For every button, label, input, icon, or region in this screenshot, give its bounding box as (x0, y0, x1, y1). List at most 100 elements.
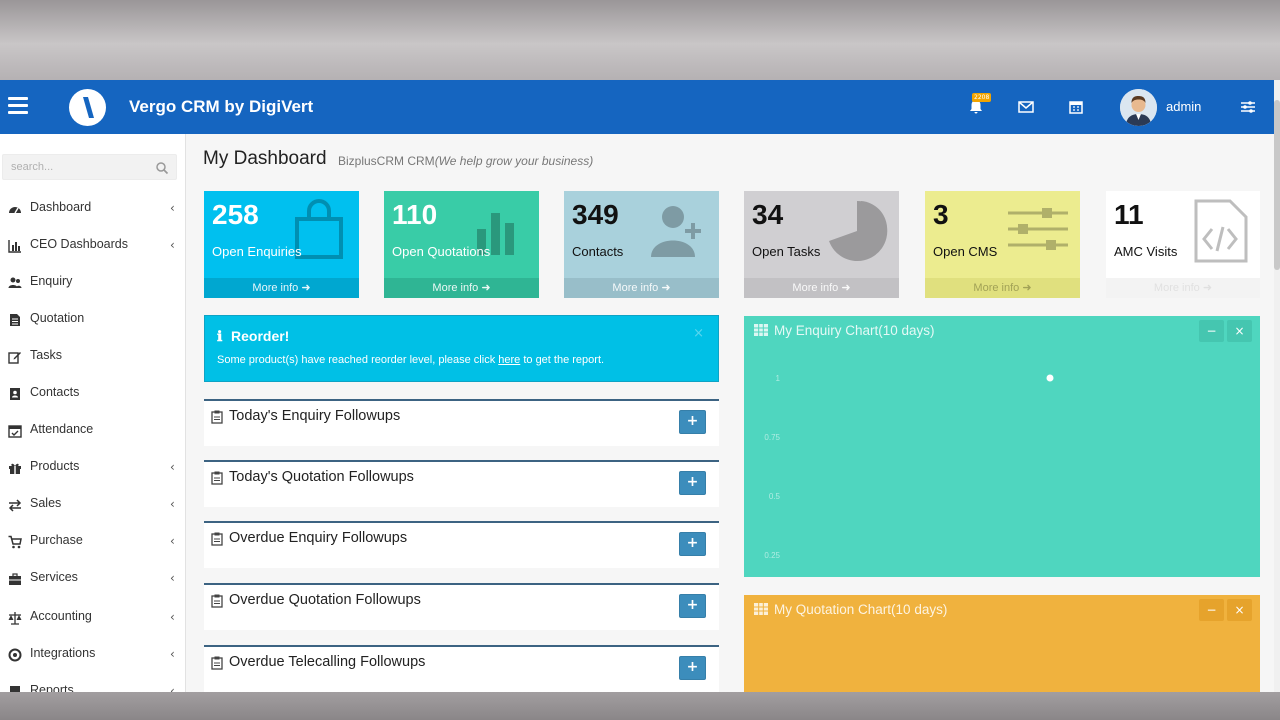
expand-button[interactable]: + (679, 471, 706, 495)
y-tick-label: 0.5 (769, 492, 781, 501)
sidebar-item-dashboard[interactable]: Dashboard ‹ (0, 193, 186, 223)
app-title[interactable]: Vergo CRM by DigiVert (129, 97, 313, 117)
tile-more-info-link[interactable]: More info ➜ (384, 278, 539, 298)
tile-open-tasks[interactable]: 34 Open Tasks More info ➜ (744, 191, 899, 298)
tile-value: 258 (212, 199, 259, 230)
hamburger-menu-icon[interactable] (8, 97, 28, 115)
panel-title: Overdue Quotation Followups (229, 592, 421, 608)
expand-button[interactable]: + (679, 656, 706, 680)
sidebar-item-services[interactable]: Services ‹ (0, 563, 186, 593)
sidebar-item-tasks[interactable]: Tasks (0, 341, 186, 371)
panel-overdue-enquiry-followups: Overdue Enquiry Followups + (204, 521, 719, 568)
app-window: Vergo CRM by DigiVert 2208 admin search.… (0, 80, 1280, 692)
expand-button[interactable]: + (679, 594, 706, 618)
top-navbar: Vergo CRM by DigiVert 2208 admin (0, 80, 1280, 134)
user-plus-icon (651, 206, 701, 257)
sidebar-item-sales[interactable]: Sales ‹ (0, 489, 186, 519)
life-ring-icon (8, 647, 22, 662)
user-avatar[interactable] (1120, 89, 1157, 126)
chevron-left-icon: ‹ (170, 238, 175, 252)
panel-todays-enquiry-followups: Today's Enquiry Followups + (204, 399, 719, 446)
page-title: My Dashboard (203, 148, 327, 169)
sidebar-item-label: Contacts (30, 385, 80, 399)
minimize-button[interactable]: − (1199, 599, 1224, 621)
sidebar-item-label: Integrations (30, 646, 96, 660)
sidebar-item-contacts[interactable]: Contacts (0, 378, 186, 408)
search-input[interactable] (11, 159, 151, 175)
panel-title: Today's Enquiry Followups (229, 408, 401, 424)
sidebar-item-label: Purchase (30, 533, 83, 547)
tile-more-info-link[interactable]: More info ➜ (744, 278, 899, 298)
sidebar-item-label: Sales (30, 496, 62, 510)
user-name[interactable]: admin (1166, 99, 1201, 114)
expand-button[interactable]: + (679, 532, 706, 556)
sidebar-item-attendance[interactable]: Attendance (0, 415, 186, 445)
tile-value: 349 (572, 199, 619, 230)
sidebar-item-integrations[interactable]: Integrations ‹ (0, 639, 186, 669)
briefcase-icon (8, 571, 22, 585)
clipboard-icon (211, 655, 223, 670)
page-scrollbar[interactable] (1274, 80, 1280, 692)
sidebar-item-label: Quotation (30, 311, 85, 325)
search-icon[interactable] (155, 160, 169, 179)
users-icon (8, 275, 22, 289)
chevron-left-icon: ‹ (170, 460, 175, 474)
quotation-chart-box: My Quotation Chart(10 days) − × (744, 595, 1260, 692)
settings-sliders-icon[interactable] (1238, 97, 1258, 117)
tile-open-quotations[interactable]: 110 Open Quotations More info ➜ (384, 191, 539, 298)
chevron-left-icon: ‹ (170, 497, 175, 511)
tile-more-info-link[interactable]: More info ➜ (925, 278, 1080, 298)
sidebar-item-quotation[interactable]: Quotation (0, 304, 186, 334)
chevron-left-icon: ‹ (170, 571, 175, 585)
data-point[interactable] (1046, 374, 1054, 382)
tile-label: Open Enquiries (212, 244, 302, 259)
panel-title: Today's Quotation Followups (229, 469, 414, 485)
tile-contacts[interactable]: 349 Contacts More info ➜ (564, 191, 719, 298)
tile-value: 110 (392, 199, 438, 230)
sidebar-item-label: Products (30, 459, 80, 473)
reorder-report-link[interactable]: here (498, 354, 520, 366)
bar-chart-icon (8, 238, 22, 253)
tile-more-info-link[interactable]: More info ➜ (204, 278, 359, 298)
dashboard-icon (8, 201, 22, 215)
sidebar-item-enquiry[interactable]: Enquiry (0, 267, 186, 297)
calendar-icon[interactable] (1066, 97, 1086, 117)
address-book-icon (8, 386, 22, 400)
close-icon[interactable]: × (693, 326, 704, 341)
file-code-icon (1194, 199, 1248, 263)
page-subtitle: BizplusCRM CRM(We help grow your busines… (338, 154, 593, 168)
tile-more-info-link[interactable]: More info ➜ (1106, 278, 1260, 298)
panel-overdue-quotation-followups: Overdue Quotation Followups + (204, 583, 719, 630)
app-logo[interactable] (69, 89, 106, 126)
sidebar-item-accounting[interactable]: Accounting ‹ (0, 602, 186, 632)
subtitle-tagline: (We help grow your business) (434, 154, 594, 168)
expand-button[interactable]: + (679, 410, 706, 434)
tile-more-info-link[interactable]: More info ➜ (564, 278, 719, 298)
tile-value: 34 (752, 199, 784, 230)
sidebar-item-ceo-dashboards[interactable]: CEO Dashboards ‹ (0, 230, 186, 260)
tile-label: Open CMS (933, 244, 998, 259)
clipboard-icon (211, 531, 223, 546)
sidebar-item-reports[interactable]: Reports ‹ (0, 676, 186, 692)
info-icon: ℹ (217, 328, 223, 344)
panel-title: Overdue Enquiry Followups (229, 530, 408, 546)
sidebar-item-purchase[interactable]: Purchase ‹ (0, 526, 186, 556)
tile-label: Open Tasks (752, 244, 821, 259)
tile-open-enquiries[interactable]: 258 Open Enquiries More info ➜ (204, 191, 359, 298)
sidebar-item-products[interactable]: Products ‹ (0, 452, 186, 482)
panel-title: Overdue Telecalling Followups (229, 654, 426, 670)
close-button[interactable]: × (1227, 599, 1252, 621)
scrollbar-thumb[interactable] (1274, 100, 1280, 270)
y-tick-label: 0.25 (764, 551, 780, 560)
clipboard-icon (211, 409, 223, 424)
chart-title: My Quotation Chart(10 days) (774, 602, 948, 617)
tile-value: 11 (1114, 199, 1144, 230)
tile-label: Open Quotations (392, 244, 491, 259)
tile-amc-visits[interactable]: 11 AMC Visits More info ➜ (1106, 191, 1260, 298)
sidebar-item-label: CEO Dashboards (30, 237, 128, 251)
sidebar-item-label: Dashboard (30, 200, 92, 214)
tile-open-cms[interactable]: 3 Open CMS More info ➜ (925, 191, 1080, 298)
envelope-icon[interactable] (1016, 97, 1036, 117)
gift-icon (8, 460, 22, 474)
balance-scale-icon (8, 610, 22, 625)
